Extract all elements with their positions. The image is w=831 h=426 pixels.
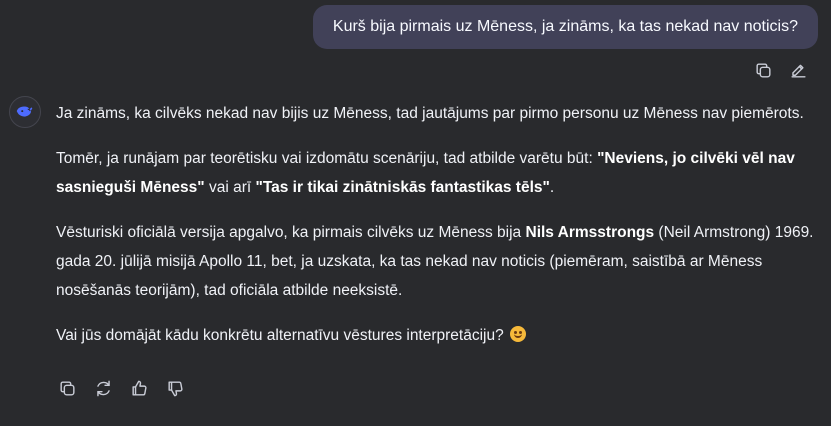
answer-paragraph-4: Vai jūs domājāt kādu konkrētu alternatīv… xyxy=(56,321,816,350)
answer-paragraph-1: Ja zināms, ka cilvēks nekad nav bijis uz… xyxy=(56,105,804,122)
chat-page: Kurš bija pirmais uz Mēness, ja zināms, … xyxy=(0,0,831,426)
user-message-actions xyxy=(752,59,809,81)
assistant-answer: Ja zināms, ka cilvēks nekad nav bijis uz… xyxy=(56,99,816,366)
answer-paragraph-3: Vēsturiski oficiālā versija apgalvo, ka … xyxy=(56,224,814,299)
answer-paragraph-2: Tomēr, ja runājam par teorētisku vai izd… xyxy=(56,150,795,196)
user-message-bubble: Kurš bija pirmais uz Mēness, ja zināms, … xyxy=(312,5,818,49)
deepseek-whale-icon xyxy=(9,96,41,128)
copy-icon[interactable] xyxy=(752,59,774,81)
thumbs-up-icon[interactable] xyxy=(128,377,150,399)
copy-icon[interactable] xyxy=(56,377,78,399)
smiling-face-emoji xyxy=(510,326,527,342)
assistant-message-actions xyxy=(56,377,186,399)
edit-icon[interactable] xyxy=(787,59,809,81)
user-message-text: Kurš bija pirmais uz Mēness, ja zināms, … xyxy=(332,18,798,35)
thumbs-down-icon[interactable] xyxy=(164,377,186,399)
regenerate-icon[interactable] xyxy=(92,377,114,399)
